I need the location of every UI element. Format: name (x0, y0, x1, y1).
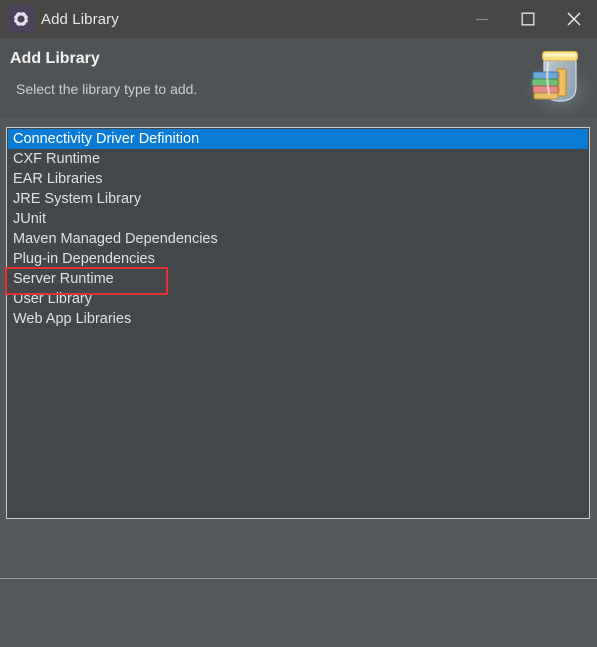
list-item[interactable]: Web App Libraries (8, 309, 588, 329)
list-item[interactable]: Maven Managed Dependencies (8, 229, 588, 249)
list-item-label: JUnit (13, 211, 47, 227)
list-item-label: Web App Libraries (13, 311, 132, 327)
minimize-icon[interactable] (459, 0, 505, 38)
jar-of-books-icon (520, 38, 597, 118)
list-item[interactable]: CXF Runtime (8, 149, 588, 169)
list-item[interactable]: Connectivity Driver Definition (8, 129, 588, 149)
list-item-label: Connectivity Driver Definition (13, 131, 200, 147)
page-subtitle: Select the library type to add. (16, 81, 198, 97)
list-item[interactable]: JUnit (8, 209, 588, 229)
list-item[interactable]: User Library (8, 289, 588, 309)
list-item-label: EAR Libraries (13, 171, 103, 187)
wizard-header: Add Library Select the library type to a… (0, 38, 597, 118)
list-item-label: User Library (13, 291, 92, 307)
list-item[interactable]: JRE System Library (8, 189, 588, 209)
list-item-label: Maven Managed Dependencies (13, 231, 218, 247)
close-icon[interactable] (551, 0, 597, 38)
list-item-label: CXF Runtime (13, 151, 101, 167)
list-item-label: Plug-in Dependencies (13, 251, 155, 267)
list-item[interactable]: Server Runtime (8, 269, 588, 289)
page-title: Add Library (10, 50, 100, 67)
library-type-list[interactable]: Connectivity Driver Definition CXF Runtim… (6, 127, 590, 519)
list-item[interactable]: Plug-in Dependencies (8, 249, 588, 269)
list-item[interactable]: EAR Libraries (8, 169, 588, 189)
gear-icon (7, 5, 35, 33)
window-title: Add Library (41, 10, 119, 28)
maximize-icon[interactable] (505, 0, 551, 38)
dialog-button-bar: ? < Back Next > Finish Cancel (0, 579, 597, 647)
window-controls (459, 0, 597, 38)
add-library-dialog: Add Library Add Library Select the libra… (0, 0, 597, 647)
list-item-label: JRE System Library (13, 191, 142, 207)
window-titlebar: Add Library (0, 0, 597, 38)
list-item-label: Server Runtime (13, 271, 114, 287)
